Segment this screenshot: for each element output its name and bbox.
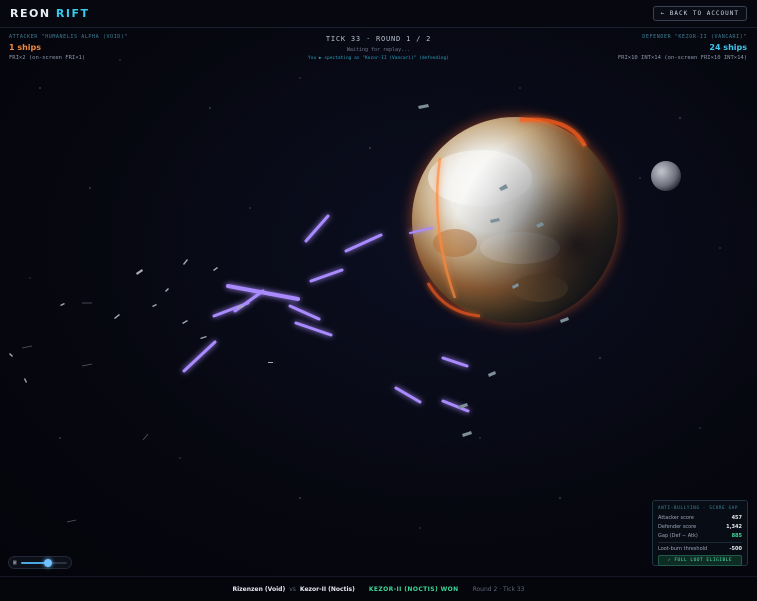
camera-icon[interactable]: ▣ xyxy=(13,559,17,566)
ship xyxy=(24,378,27,383)
ship xyxy=(488,371,496,377)
planet-shadow xyxy=(412,117,618,323)
ship xyxy=(152,304,157,307)
ship xyxy=(462,431,472,437)
versus-label: vs xyxy=(289,585,296,593)
ship xyxy=(213,267,218,271)
ship xyxy=(560,317,569,323)
defender-score-value: 1,342 xyxy=(726,524,742,530)
debris xyxy=(21,302,149,523)
attacker-score-label: Attacker score xyxy=(658,515,694,521)
ship xyxy=(182,320,188,324)
defender-ship-count: 24 ships xyxy=(709,43,747,52)
divider xyxy=(658,542,742,543)
threshold-row: Loot-burn threshold -500 xyxy=(658,546,742,552)
threshold-value: -500 xyxy=(729,546,742,552)
logo-text-accent: RIFT xyxy=(55,7,90,20)
defender-name: Kezor-II (Noctis) xyxy=(299,585,355,593)
battle-result: KEZOR-II (NOCTIS) WON xyxy=(368,585,459,593)
loot-eligible-badge: ✓ FULL LOOT ELIGIBLE xyxy=(658,555,742,566)
score-gap-value: 885 xyxy=(731,533,742,539)
defender-fleet-composition: FRI×10 INT×14 (on-screen FRI×10 INT×14) xyxy=(617,55,747,61)
score-panel-title: ANTI-BULLYING · SCORE GAP xyxy=(658,505,739,510)
defender-score-label: Defender score xyxy=(658,524,697,530)
ship xyxy=(200,336,207,339)
attacker-score-row: Attacker score 457 xyxy=(658,515,742,521)
ship xyxy=(136,269,143,275)
playback-handle[interactable] xyxy=(44,558,53,567)
moon[interactable] xyxy=(651,161,681,191)
defender-panel: DEFENDER "KEZOR-II (VANCARI)" 24 ships F… xyxy=(618,34,747,61)
starfield xyxy=(29,59,721,529)
score-gap-label: Gap (Def − Atk) xyxy=(658,533,698,539)
threshold-label: Loot-burn threshold xyxy=(658,546,708,552)
playback-track[interactable] xyxy=(20,558,67,567)
back-to-account-button[interactable]: ← BACK TO ACCOUNT xyxy=(652,6,747,21)
top-bar: REON RIFT ← BACK TO ACCOUNT xyxy=(0,0,757,28)
battle-arena[interactable] xyxy=(0,28,757,576)
ship xyxy=(183,259,188,265)
defender-score-row: Defender score 1,342 xyxy=(658,524,742,530)
battle-result-bar: Rizenzen (Void) vs Kezor-II (Noctis) KEZ… xyxy=(0,576,757,601)
attacker-fleet xyxy=(9,259,273,383)
attacker-score-value: 457 xyxy=(731,515,742,521)
battle-scene xyxy=(9,59,721,529)
score-gap-panel: ANTI-BULLYING · SCORE GAP Attacker score… xyxy=(652,500,748,566)
logo-text-primary: REON xyxy=(10,7,51,20)
defender-label: DEFENDER "KEZOR-II (VANCARI)" xyxy=(642,34,747,40)
playback-scrubber[interactable]: ▣ xyxy=(8,556,72,569)
ship xyxy=(165,288,169,292)
ship xyxy=(9,353,13,357)
app-logo: REON RIFT xyxy=(10,7,89,20)
ship xyxy=(268,362,273,363)
attacker-name: Rizenzen (Void) xyxy=(232,585,286,593)
score-gap-row: Gap (Def − Atk) 885 xyxy=(658,533,742,539)
ship xyxy=(60,303,65,306)
round-tick-label: Round 2 · Tick 33 xyxy=(472,585,525,593)
ship xyxy=(418,104,429,109)
ship xyxy=(114,314,120,319)
